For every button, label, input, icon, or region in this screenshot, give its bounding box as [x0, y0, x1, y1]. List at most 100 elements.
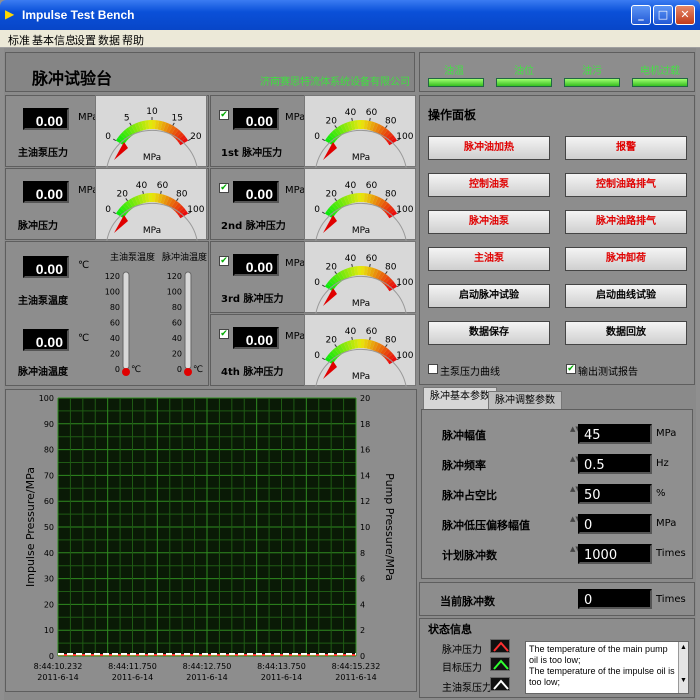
param-input-3[interactable]: 0	[578, 514, 652, 534]
p1-checkbox[interactable]: ✔	[219, 110, 229, 120]
thermometer-2: 120 100 80 60 40 20 0 ℃	[167, 271, 203, 376]
y-tick-label: 50	[44, 523, 54, 532]
pump-curve-label: 主泵压力曲线	[440, 367, 500, 378]
param-spinner-2[interactable]: ▲▼	[570, 484, 581, 504]
gauge-tick	[369, 336, 371, 341]
p4-unit: MPa	[285, 331, 306, 342]
x-tick-time: 8:44:10.232	[34, 662, 83, 671]
param-unit-0: MPa	[656, 428, 677, 439]
impulse-pressure-value: 0.00	[23, 181, 69, 203]
gauge-tick-label: 40	[345, 254, 357, 264]
title-bar: ▶ Impulse Test Bench _ □ ✕	[0, 0, 700, 30]
impulse-pressure-label: 脉冲压力	[18, 221, 58, 232]
impulse-oil-temp-value: 0.00	[23, 329, 69, 351]
op-button-4[interactable]: 脉冲油泵	[428, 210, 550, 234]
param-unit-4: Times	[656, 548, 686, 559]
thermometer-tick-label: 80	[110, 303, 120, 312]
maximize-button[interactable]: □	[653, 5, 673, 25]
op-button-9[interactable]: 启动曲线试验	[565, 284, 687, 308]
test-report-label: 输出测试报告	[578, 367, 638, 378]
gauge-needle	[323, 288, 337, 306]
gauge-tick-label: 10	[146, 107, 158, 117]
p2-checkbox[interactable]: ✔	[219, 183, 229, 193]
status-title: 状态信息	[428, 623, 472, 636]
op-button-11[interactable]: 数据回放	[565, 321, 687, 345]
param-spinner-0[interactable]: ▲▼	[570, 424, 581, 444]
pump-curve-checkbox[interactable]	[428, 364, 438, 374]
close-button[interactable]: ✕	[675, 5, 695, 25]
op-button-3[interactable]: 控制油路排气	[565, 173, 687, 197]
y-tick-label: 80	[44, 446, 54, 455]
status-scrollbar[interactable]: ▲ ▼	[678, 642, 688, 693]
indicator-oil-level-led	[496, 78, 552, 87]
tab-adjust-params[interactable]: 脉冲调整参数	[488, 391, 562, 411]
gauge-tick-label: 60	[366, 108, 378, 118]
indicator-motor-overload-label: 电机过载	[640, 66, 680, 77]
op-button-8[interactable]: 启动脉冲试验	[428, 284, 550, 308]
tab-basic-params[interactable]: 脉冲基本参数	[423, 387, 497, 409]
op-button-7[interactable]: 脉冲卸荷	[565, 247, 687, 271]
param-input-2[interactable]: 50	[578, 484, 652, 504]
p3-checkbox[interactable]: ✔	[219, 256, 229, 266]
gauge-tick-label: 0	[314, 205, 320, 215]
gauge-tick-label: 60	[366, 181, 378, 191]
op-button-6[interactable]: 主油泵	[428, 247, 550, 271]
minimize-button[interactable]: _	[631, 5, 651, 25]
window-title: Impulse Test Bench	[22, 8, 135, 22]
x-tick-date: 2011-6-14	[112, 673, 153, 682]
gauge-tick-label: 0	[105, 205, 111, 215]
x-tick-date: 2011-6-14	[37, 673, 78, 682]
op-button-10[interactable]: 数据保存	[428, 321, 550, 345]
param-label-2: 脉冲占空比	[442, 489, 497, 502]
gauge-tick-label: 0	[314, 278, 320, 288]
labview-icon: ▶	[5, 7, 15, 21]
op-button-2[interactable]: 控制油泵	[428, 173, 550, 197]
gauge-tick-label: 20	[326, 117, 338, 127]
x-tick-date: 2011-6-14	[261, 673, 302, 682]
operations-panel: 操作面板 脉冲油加热 报警 控制油泵 控制油路排气 脉冲油泵 脉冲油路排气 主油泵 脉冲卸荷启…	[419, 95, 695, 385]
menu-standard[interactable]: 标准	[8, 32, 30, 48]
y-tick-label: 20	[44, 600, 54, 609]
param-input-1[interactable]: 0.5	[578, 454, 652, 474]
thermometer-2-title: 脉冲油温度	[162, 251, 207, 263]
param-spinner-3[interactable]: ▲▼	[570, 514, 581, 534]
op-button-0[interactable]: 脉冲油加热	[428, 136, 550, 160]
y-tick-label: 60	[44, 497, 54, 506]
gauge-needle	[323, 215, 337, 233]
y-tick-label: 90	[44, 420, 54, 429]
op-button-1[interactable]: 报警	[565, 136, 687, 160]
param-spinner-4[interactable]: ▲▼	[570, 544, 581, 564]
gauge-tick-label: 100	[187, 205, 204, 215]
param-spinner-1[interactable]: ▲▼	[570, 454, 581, 474]
x-tick-date: 2011-6-14	[335, 673, 376, 682]
menu-basic-info[interactable]: 基本信息	[32, 32, 76, 48]
thermometer-tick-label: 100	[167, 288, 182, 297]
status-message: The temperature of the main pump oil is …	[529, 644, 668, 665]
test-report-checkbox[interactable]: ✔	[566, 364, 576, 374]
menu-data[interactable]: 数据	[98, 32, 120, 48]
gauge-tick-label: 60	[366, 327, 378, 337]
current-count-label: 当前脉冲数	[440, 595, 495, 608]
legend-impulse-label: 脉冲压力	[442, 645, 482, 656]
y2-tick-label: 10	[360, 523, 370, 532]
op-button-5[interactable]: 脉冲油路排气	[565, 210, 687, 234]
p3-unit: MPa	[285, 258, 306, 269]
y2-tick-label: 18	[360, 420, 370, 429]
gauge-tick-label: 40	[345, 108, 357, 118]
param-input-4[interactable]: 1000	[578, 544, 652, 564]
gauge-tick	[369, 263, 371, 268]
menu-help[interactable]: 帮助	[122, 32, 144, 48]
gauge-tick	[129, 122, 132, 126]
chart-svg: 100908070605040302010020181614121086420I…	[24, 394, 396, 682]
x-tick-date: 2011-6-14	[186, 673, 227, 682]
menu-settings[interactable]: 设置	[74, 32, 96, 48]
gauge-tick-label: 40	[345, 181, 357, 191]
main-pump-temp-label: 主油泵温度	[18, 296, 68, 307]
gauge-tick-label: 100	[396, 351, 413, 361]
param-input-0[interactable]: 45	[578, 424, 652, 444]
y-tick-label: 0	[49, 652, 54, 661]
p4-checkbox[interactable]: ✔	[219, 329, 229, 339]
gauge-tick-label: 20	[117, 190, 129, 200]
p1-value: 0.00	[233, 108, 279, 130]
status-messages[interactable]: The temperature of the main pump oil is …	[525, 641, 689, 694]
